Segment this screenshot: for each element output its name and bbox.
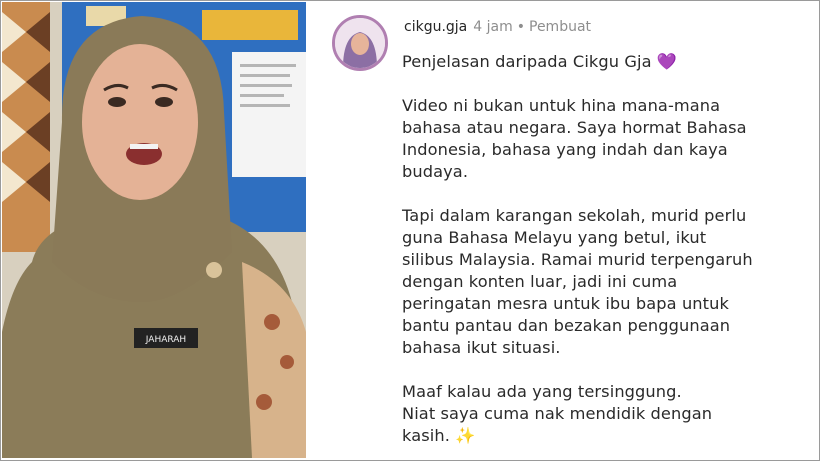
wall-pattern xyxy=(2,2,50,252)
comment-paragraph: Tapi dalam karangan sekolah, murid perlu… xyxy=(402,206,753,357)
comment-heading: Penjelasan daripada Cikgu Gja 💜 xyxy=(402,52,678,71)
name-tag-text: JAHARAH xyxy=(145,335,186,345)
comment-meta: cikgu.gja 4 jam • Pembuat xyxy=(404,19,591,35)
username-link[interactable]: cikgu.gja xyxy=(404,19,467,35)
comment-paragraph: Video ni bukan untuk hina mana-mana baha… xyxy=(402,96,747,181)
comment-body: Penjelasan daripada Cikgu Gja 💜 Video ni… xyxy=(402,51,802,447)
comment-paragraph: Maaf kalau ada yang tersinggung. Niat sa… xyxy=(402,382,713,445)
poster xyxy=(232,52,306,177)
teacher-video-frame: JAHARAH xyxy=(2,2,306,458)
meta-separator: • xyxy=(516,19,525,35)
teacher-face xyxy=(82,44,198,200)
comment-panel: cikgu.gja 4 jam • Pembuat Penjelasan daripa… xyxy=(308,2,816,458)
timestamp: 4 jam xyxy=(473,19,513,35)
video-thumbnail[interactable]: JAHARAH xyxy=(2,2,306,458)
avatar-image xyxy=(335,18,385,68)
brooch xyxy=(206,262,222,278)
avatar[interactable] xyxy=(332,15,388,71)
creator-badge: Pembuat xyxy=(529,19,592,35)
